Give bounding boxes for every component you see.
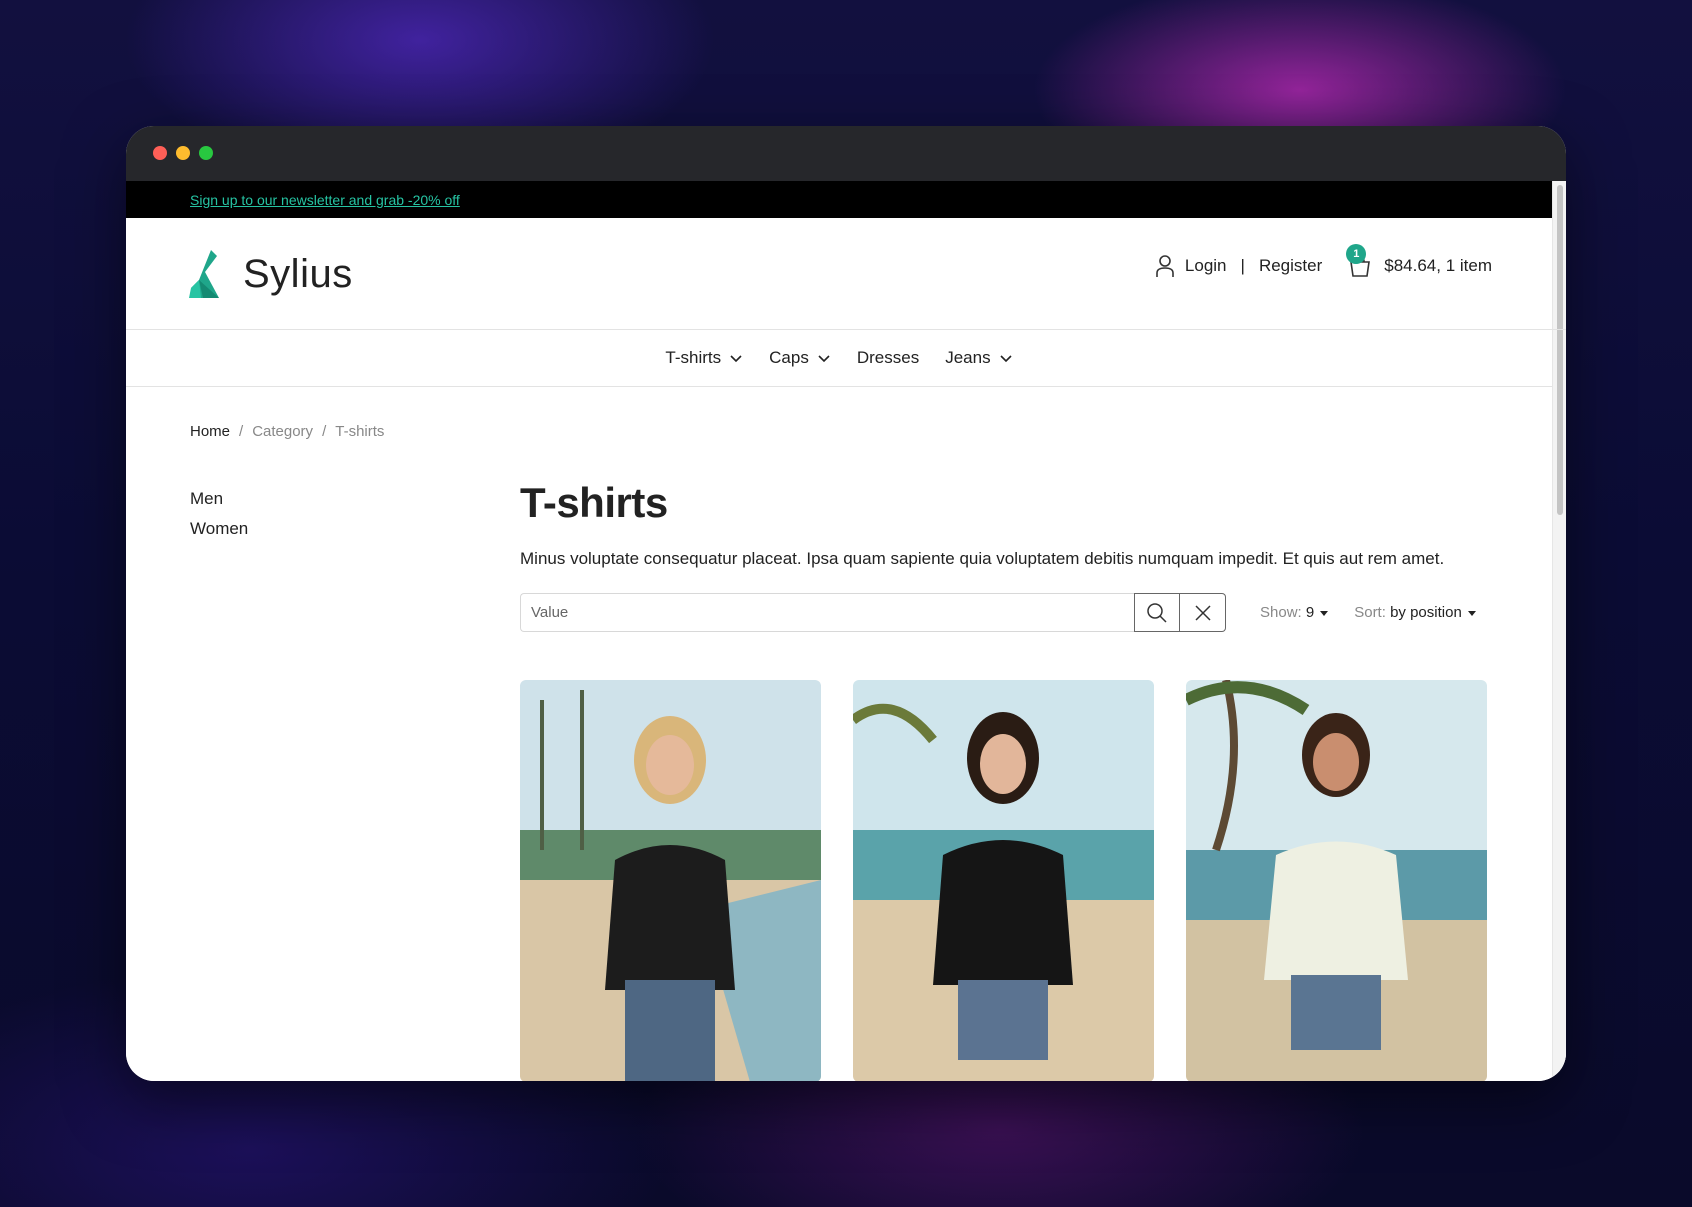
cart-button[interactable]: 1 $84.64, 1 item [1346, 244, 1492, 278]
sort-dropdown[interactable]: Sort: by position [1354, 604, 1476, 621]
promo-bar: Sign up to our newsletter and grab -20% … [126, 181, 1566, 218]
breadcrumb-separator: / [322, 423, 327, 440]
search-group [520, 593, 1226, 632]
title-bar [126, 126, 1566, 181]
nav-item-label: T-shirts [665, 348, 722, 367]
nav-item-tshirts[interactable]: T-shirts [665, 348, 743, 368]
browser-window: Sign up to our newsletter and grab -20% … [126, 126, 1566, 1081]
main-nav: T-shirts Caps Dresses Jeans [126, 330, 1566, 387]
show-label: Show: [1260, 604, 1302, 621]
product-card[interactable] [1186, 680, 1487, 1081]
show-dropdown[interactable]: Show: 9 [1260, 604, 1329, 621]
show-value: 9 [1305, 604, 1315, 621]
nav-item-label: Jeans [945, 348, 991, 367]
nav-item-label: Dresses [856, 348, 920, 367]
caret-down-icon [1320, 610, 1329, 616]
search-input[interactable] [520, 593, 1134, 632]
page-viewport: Sign up to our newsletter and grab -20% … [126, 181, 1566, 1081]
close-window-button[interactable] [153, 146, 167, 160]
sylius-logo-icon [189, 250, 219, 298]
category-sidebar: Men Women [190, 489, 248, 549]
nav-item-caps[interactable]: Caps [769, 348, 831, 368]
main-content: T-shirts Minus voluptate consequatur pla… [520, 479, 1488, 1081]
product-image [853, 680, 1154, 1081]
chevron-down-icon [730, 355, 742, 363]
chevron-down-icon [818, 355, 830, 363]
product-image [520, 680, 821, 1081]
breadcrumb: Home / Category / T-shirts [190, 423, 384, 440]
account-separator: | [1240, 256, 1245, 275]
product-card[interactable] [853, 680, 1154, 1081]
product-image [1186, 680, 1487, 1081]
cart-total: $84.64, 1 item [1384, 256, 1492, 275]
account-area: Login | Register 1 $84.64, 1 item [1155, 244, 1492, 278]
product-grid [520, 680, 1488, 1081]
search-button[interactable] [1134, 593, 1180, 632]
breadcrumb-category[interactable]: Category [252, 423, 313, 440]
brand-name: Sylius [243, 251, 353, 296]
login-link[interactable]: Login [1185, 256, 1227, 276]
breadcrumb-separator: / [239, 423, 244, 440]
chevron-down-icon [1000, 355, 1012, 363]
minimize-window-button[interactable] [176, 146, 190, 160]
list-options: Show: 9 Sort: by position [1260, 604, 1476, 621]
product-toolbar: Show: 9 Sort: by position [520, 593, 1488, 632]
user-icon [1156, 255, 1174, 277]
sort-value: by position [1390, 604, 1462, 621]
logo[interactable]: Sylius [189, 250, 353, 298]
search-icon [1147, 602, 1167, 623]
nav-item-label: Caps [769, 348, 809, 367]
caret-down-icon [1467, 610, 1476, 616]
newsletter-link[interactable]: Sign up to our newsletter and grab -20% … [190, 192, 460, 208]
category-description: Minus voluptate consequatur placeat. Ips… [520, 549, 1445, 568]
maximize-window-button[interactable] [199, 146, 213, 160]
breadcrumb-home[interactable]: Home [190, 423, 230, 440]
nav-item-dresses[interactable]: Dresses [857, 348, 919, 368]
page-title: T-shirts [520, 479, 668, 526]
product-card[interactable] [520, 680, 821, 1081]
site-header: Sylius Login | Register 1 $84.64, 1 item [126, 218, 1566, 330]
breadcrumb-current: T-shirts [335, 423, 385, 440]
register-link[interactable]: Register [1259, 256, 1322, 276]
close-icon [1194, 604, 1211, 621]
clear-search-button[interactable] [1180, 593, 1226, 632]
nav-item-jeans[interactable]: Jeans [945, 348, 1012, 368]
sidebar-item-women[interactable]: Women [190, 519, 248, 539]
sort-label: Sort: [1354, 604, 1386, 621]
sidebar-item-men[interactable]: Men [190, 489, 248, 509]
